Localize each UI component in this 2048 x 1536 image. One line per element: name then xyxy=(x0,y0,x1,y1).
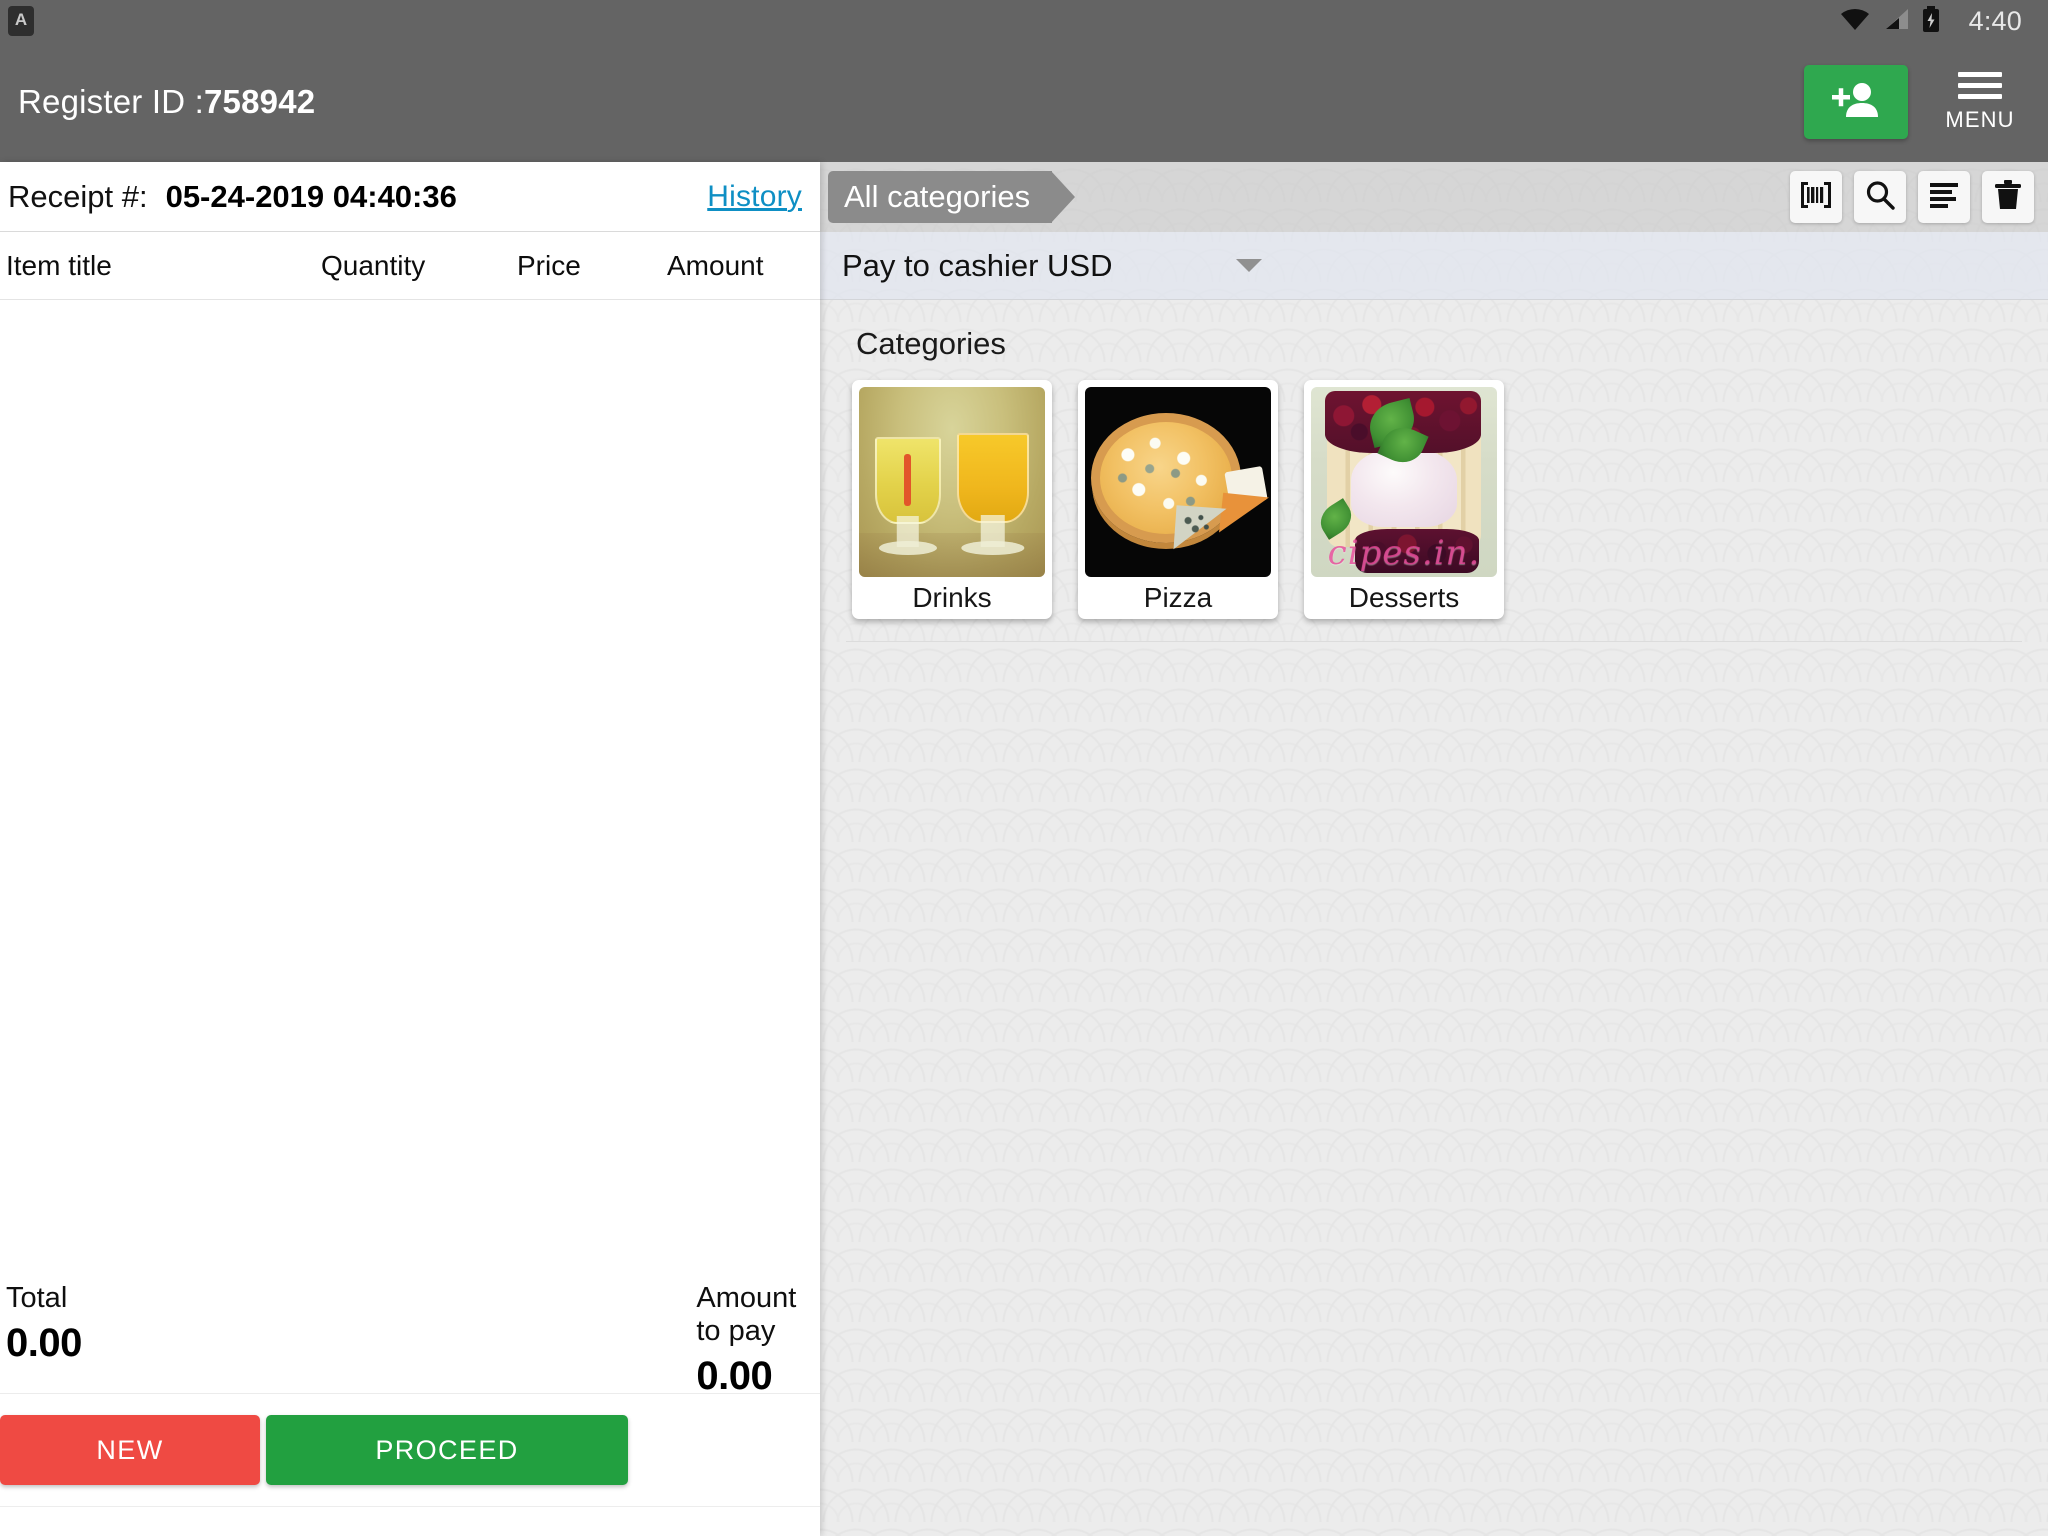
catalog-breadcrumb-bar: All categories xyxy=(820,162,2048,232)
receipt-caption: Receipt #: xyxy=(8,178,148,214)
receipt-number: 05-24-2019 04:40:36 xyxy=(165,178,457,214)
amount-to-pay-caption: Amount to pay xyxy=(696,1282,797,1347)
category-card-desserts[interactable]: cipes.in. Desserts xyxy=(1304,380,1504,619)
total-block: Total 0.00 xyxy=(0,1282,278,1393)
menu-button[interactable]: MENU xyxy=(1934,71,2026,133)
receipt-column-headers: Item title Quantity Price Amount xyxy=(0,232,820,300)
categories-section-title: Categories xyxy=(856,326,1006,361)
total-caption: Total xyxy=(6,1282,68,1314)
catalog-panel: All categories Pay to cashier USD Catego… xyxy=(820,162,2048,1536)
payment-mode-select[interactable]: Pay to cashier USD xyxy=(820,248,1280,284)
four-cheese-pizza-photo xyxy=(1085,387,1271,577)
search-button[interactable] xyxy=(1854,171,1906,223)
register-id-label: Register ID :758942 xyxy=(18,83,315,121)
delete-button[interactable] xyxy=(1982,171,2034,223)
categories-grid: Drinks Pizza cipes.in. Desserts xyxy=(820,380,2048,619)
catalog-divider xyxy=(846,641,2022,642)
status-bar-icons: 4:40 xyxy=(1840,5,2022,37)
glass-right-bowl xyxy=(957,433,1029,524)
receipt-totals: Total 0.00 Amount to pay 0.00 xyxy=(0,1266,820,1398)
column-header-item-title: Item title xyxy=(6,249,112,281)
receipt-panel: Receipt #: 05-24-2019 04:40:36 History I… xyxy=(0,162,820,1536)
barcode-scanner-icon xyxy=(1799,180,1833,215)
register-id-value: 758942 xyxy=(204,83,316,120)
app-letter-a-icon: A xyxy=(8,6,34,36)
battery-charging-icon xyxy=(1922,5,1940,37)
add-customer-button[interactable] xyxy=(1804,65,1908,139)
column-header-amount: Amount xyxy=(667,249,764,281)
amount-to-pay-block: Amount to pay 0.00 xyxy=(278,1282,820,1398)
receipt-header: Receipt #: 05-24-2019 04:40:36 History xyxy=(0,162,820,232)
search-icon xyxy=(1864,179,1896,216)
sort-list-icon xyxy=(1928,181,1960,214)
android-status-bar: A 4:40 xyxy=(0,0,2048,42)
menu-button-label: MENU xyxy=(1945,106,2015,132)
category-label-pizza: Pizza xyxy=(1143,582,1213,613)
wifi-icon xyxy=(1840,7,1870,36)
total-value: 0.00 xyxy=(6,1321,82,1365)
receipt-items-list[interactable] xyxy=(0,300,820,1266)
image-watermark: cipes.in. xyxy=(1327,533,1481,573)
two-glasses-of-juice-photo xyxy=(859,387,1045,577)
glass-right xyxy=(957,433,1029,555)
barcode-scanner-button[interactable] xyxy=(1790,171,1842,223)
breadcrumb-all-categories[interactable]: All categories xyxy=(828,171,1076,223)
add-person-icon xyxy=(1831,80,1881,125)
amount-to-pay-value: 0.00 xyxy=(696,1354,773,1398)
register-id-caption: Register ID : xyxy=(18,83,204,120)
cheese-wedge-orange xyxy=(1219,492,1269,538)
category-card-pizza[interactable]: Pizza xyxy=(1078,380,1278,619)
receipt-actions: NEW PROCEED xyxy=(0,1394,820,1506)
glass-left xyxy=(875,437,941,555)
hamburger-menu-icon xyxy=(1958,71,2002,99)
berry-charlotte-cake-photo: cipes.in. xyxy=(1311,387,1497,577)
cheese-wedge-blue xyxy=(1173,505,1227,553)
cellular-signal-icon xyxy=(1883,7,1909,36)
pos-app-screen: A 4:40 Register ID:758942 MENU Receipt … xyxy=(0,0,2048,1536)
category-label-desserts: Desserts xyxy=(1348,582,1460,613)
payment-mode-bar: Pay to cashier USD xyxy=(820,232,2048,300)
column-header-quantity: Quantity xyxy=(321,249,426,281)
payment-mode-value: Pay to cashier USD xyxy=(842,247,1113,283)
category-card-drinks[interactable]: Drinks xyxy=(852,380,1052,619)
glass-left-bowl xyxy=(875,437,941,525)
new-button[interactable]: NEW xyxy=(0,1415,260,1485)
glass-left-foot xyxy=(878,541,938,555)
app-bar: Register ID :758942 MENU xyxy=(0,42,2048,162)
sort-list-button[interactable] xyxy=(1918,171,1970,223)
trash-icon xyxy=(1993,179,2023,216)
chevron-down-icon xyxy=(1236,259,1262,272)
column-header-price: Price xyxy=(517,249,581,281)
receipt-footer-strip xyxy=(0,1506,820,1536)
category-label-drinks: Drinks xyxy=(912,582,992,613)
proceed-button[interactable]: PROCEED xyxy=(266,1415,628,1485)
glass-right-foot xyxy=(961,541,1025,555)
history-link[interactable]: History xyxy=(707,180,802,214)
status-bar-clock: 4:40 xyxy=(1968,5,2022,36)
catalog-toolbar xyxy=(1790,171,2034,223)
